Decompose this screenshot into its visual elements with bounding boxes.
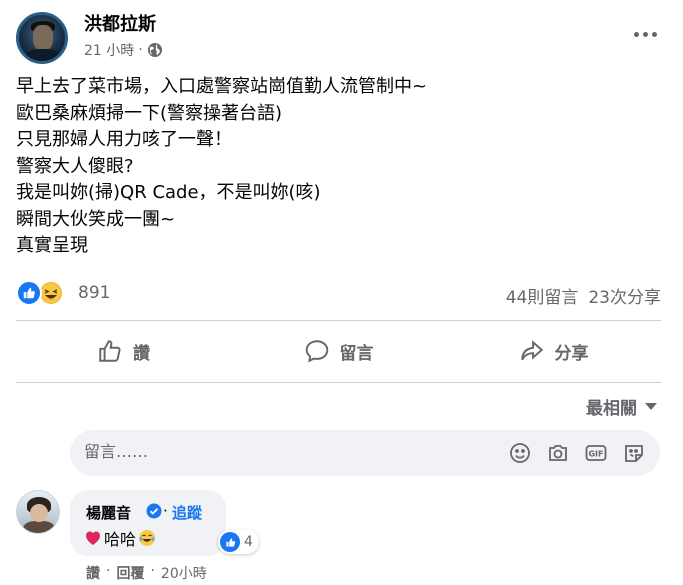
share-count[interactable]: 23次分享 — [588, 283, 661, 308]
post-line: 早上去了菜市場，入口處警察站崗值勤人流管制中~ — [16, 76, 428, 97]
post-line: 只見那婦人用力咳了一聲！ — [16, 129, 232, 150]
camera-icon[interactable] — [546, 441, 570, 465]
post-header: 洪都拉斯 21 小時 · — [16, 10, 667, 64]
commenter-avatar[interactable] — [16, 490, 60, 534]
comment-reaction-count: 4 — [244, 534, 253, 550]
post-line: 我是叫妳(掃)QR Cade，不是叫妳(咳) — [16, 182, 321, 203]
sort-label: 最相關 — [586, 399, 637, 419]
share-label: 分享 — [554, 343, 589, 364]
divider — [16, 382, 661, 383]
divider — [16, 320, 661, 321]
like-label: 讚 — [133, 343, 150, 364]
meta-separator: · — [138, 42, 143, 58]
author-name[interactable]: 洪都拉斯 — [84, 10, 156, 36]
share-arrow-icon — [520, 340, 543, 361]
like-icon — [16, 280, 42, 306]
comment-time[interactable]: 20小時 — [161, 563, 207, 583]
tears-of-joy-emoji-icon — [139, 530, 156, 546]
like-button[interactable]: 讚 — [16, 328, 231, 374]
verified-badge-icon — [146, 503, 162, 519]
post-line: 瞬間大伙笑成一團~ — [16, 208, 176, 230]
name-separator: · — [163, 502, 168, 520]
composer-icons: GIF — [508, 441, 646, 465]
comment-composer: GIF — [70, 430, 660, 476]
action-separator: · — [150, 563, 155, 579]
like-icon — [220, 532, 240, 552]
author-avatar[interactable] — [16, 12, 68, 64]
emoji-icon[interactable] — [508, 441, 532, 465]
comment-sort-dropdown[interactable]: 最相關 — [586, 394, 657, 419]
reaction-icons[interactable] — [16, 280, 64, 306]
comment-bubble: 楊麗音 · 追蹤 哈哈 — [70, 490, 226, 556]
heart-emoji-icon — [86, 531, 100, 545]
gif-icon[interactable]: GIF — [584, 441, 608, 465]
comment-label: 留言 — [339, 343, 374, 364]
post-time[interactable]: 21 小時 — [84, 40, 134, 60]
comment-actions: 讚 · 回覆 · 20小時 — [86, 563, 207, 583]
post-line: 歐巴桑麻煩掃一下(警察操著台語) — [16, 102, 283, 124]
comment-button[interactable]: 留言 — [231, 328, 446, 374]
post-meta: 21 小時 · — [84, 40, 163, 60]
commenter-name[interactable]: 楊麗音 — [86, 502, 131, 523]
comment-text: 哈哈 — [84, 526, 156, 550]
globe-icon[interactable] — [147, 42, 163, 58]
comment-input[interactable] — [84, 442, 484, 461]
comment-body: 哈哈 — [104, 530, 137, 549]
comment-like-link[interactable]: 讚 — [86, 563, 100, 583]
reaction-count[interactable]: 891 — [78, 283, 110, 303]
share-button[interactable]: 分享 — [446, 328, 661, 374]
post-line: 真實呈現 — [16, 235, 88, 256]
post-line: 警察大人傻眼? — [16, 155, 134, 177]
caret-down-icon — [645, 403, 657, 410]
post-body: 早上去了菜市場，入口處警察站崗值勤人流管制中~ 歐巴桑麻煩掃一下(警察操著台語)… — [16, 74, 656, 260]
action-bar: 讚 留言 分享 — [16, 328, 661, 374]
more-dots-icon — [633, 31, 639, 37]
comment-reaction-badge[interactable]: 4 — [218, 530, 259, 554]
engagement-counts: 44則留言 23次分享 — [506, 283, 661, 308]
more-options-button[interactable] — [631, 24, 659, 44]
svg-text:GIF: GIF — [588, 450, 603, 459]
sticker-icon[interactable] — [622, 441, 646, 465]
comment-count[interactable]: 44則留言 — [506, 283, 579, 308]
follow-link[interactable]: 追蹤 — [172, 502, 202, 523]
thumbs-up-icon — [99, 340, 121, 362]
action-separator: · — [106, 563, 111, 579]
reactions-summary: 891 44則留言 23次分享 — [16, 280, 661, 308]
comment-bubble-icon — [305, 340, 328, 363]
comment-reply-link[interactable]: 回覆 — [116, 563, 144, 583]
